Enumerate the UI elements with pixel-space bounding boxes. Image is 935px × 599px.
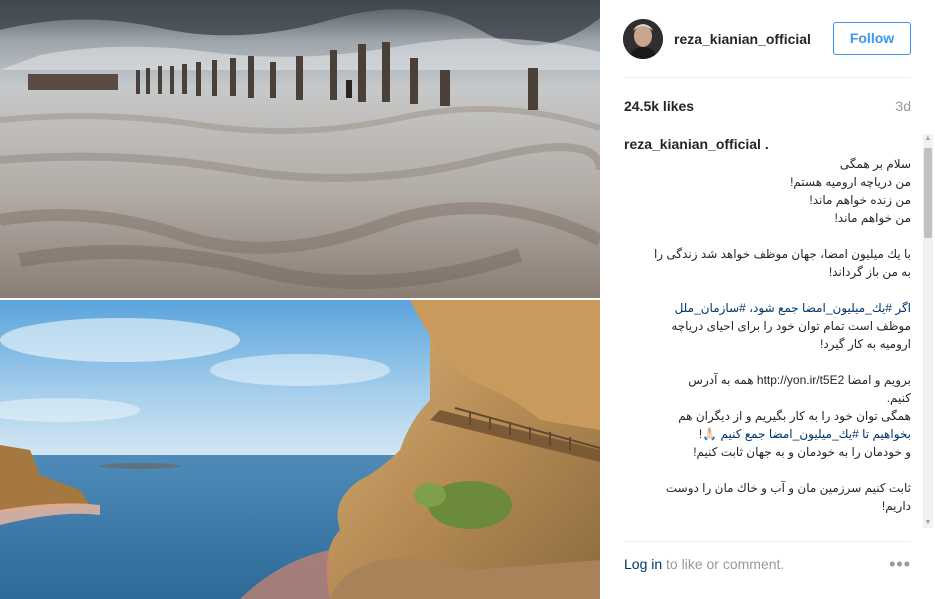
footer-divider	[624, 541, 911, 542]
salt-flat-photo	[0, 0, 600, 298]
scroll-down-arrow-icon[interactable]: ▼	[923, 518, 933, 528]
caption-line: و خودمان را به خودمان و به جهان ثابت کنی…	[693, 445, 911, 459]
follow-button[interactable]: Follow	[833, 22, 911, 55]
login-prompt-rest: to like or comment.	[662, 556, 785, 572]
caption-line: کنیم.	[886, 391, 911, 405]
caption-gap	[624, 227, 911, 245]
lake-cliff-photo	[0, 300, 600, 599]
caption-line: موظف است تمام توان خود را برای احیای دری…	[671, 319, 911, 333]
likes-row: 24.5k likes 3d	[624, 98, 911, 118]
caption-line: من زنده خواهم ماند!	[809, 193, 911, 207]
caption-line: ارومیه به کار گیرد!	[820, 337, 911, 351]
scroll-thumb[interactable]	[924, 148, 932, 238]
scroll-up-arrow-icon[interactable]: ▲	[923, 134, 933, 144]
caption-area[interactable]: reza_kianian_official . سلام بر همگی من …	[624, 134, 919, 520]
caption-gap	[624, 281, 911, 299]
post-header: reza_kianian_official Follow	[600, 0, 935, 78]
caption-gap	[624, 353, 911, 371]
caption-line: ثابت کنیم سرزمین مان و آب و خاك مان را د…	[665, 481, 911, 495]
caption-line: داریم!	[881, 499, 911, 513]
avatar-icon[interactable]	[623, 19, 663, 59]
more-options-icon[interactable]: •••	[889, 555, 911, 573]
caption-line: همگی توان خود را به کار بگیریم و از دیگر…	[678, 409, 911, 423]
caption-username[interactable]: reza_kianian_official	[624, 136, 761, 152]
post-media[interactable]	[0, 0, 600, 599]
caption-gap	[624, 461, 911, 479]
caption-line: سلام بر همگی	[839, 157, 911, 171]
post-timestamp[interactable]: 3d	[895, 98, 911, 114]
caption-username-line: reza_kianian_official .	[624, 136, 769, 152]
post-footer: Log in to like or comment. •••	[624, 555, 911, 576]
caption-scrollbar[interactable]: ▲ ▼	[923, 134, 933, 528]
caption-line: با یك میلیون امضا، جهان موظف خواهد شد زن…	[653, 247, 911, 261]
post-username[interactable]: reza_kianian_official	[674, 31, 811, 47]
caption-content: reza_kianian_official . سلام بر همگی من …	[624, 134, 919, 515]
login-link[interactable]: Log in	[624, 556, 662, 572]
caption-line: من دریاچه ارومیه هستم!	[790, 175, 911, 189]
caption-line: به من باز گرداند!	[828, 265, 911, 279]
caption-link-line[interactable]: برویم و امضا http://yon.ir/t5E2 همه به آ…	[624, 371, 911, 389]
caption-line: من خواهم ماند!	[834, 211, 911, 225]
login-prompt: Log in to like or comment.	[624, 556, 784, 572]
post-modal: reza_kianian_official Follow 24.5k likes…	[0, 0, 935, 599]
caption-hashtag-line[interactable]: اگر #یك_میلیون_امضا جمع شود، #سازمان_ملل	[624, 299, 911, 317]
likes-count[interactable]: 24.5k likes	[624, 98, 694, 114]
caption-hashtag-line[interactable]: بخواهیم تا #یك_میلیون_امضا جمع کنیم 🙏🏻!	[624, 425, 911, 443]
post-details-panel: reza_kianian_official Follow 24.5k likes…	[600, 0, 935, 599]
header-divider	[624, 77, 911, 78]
